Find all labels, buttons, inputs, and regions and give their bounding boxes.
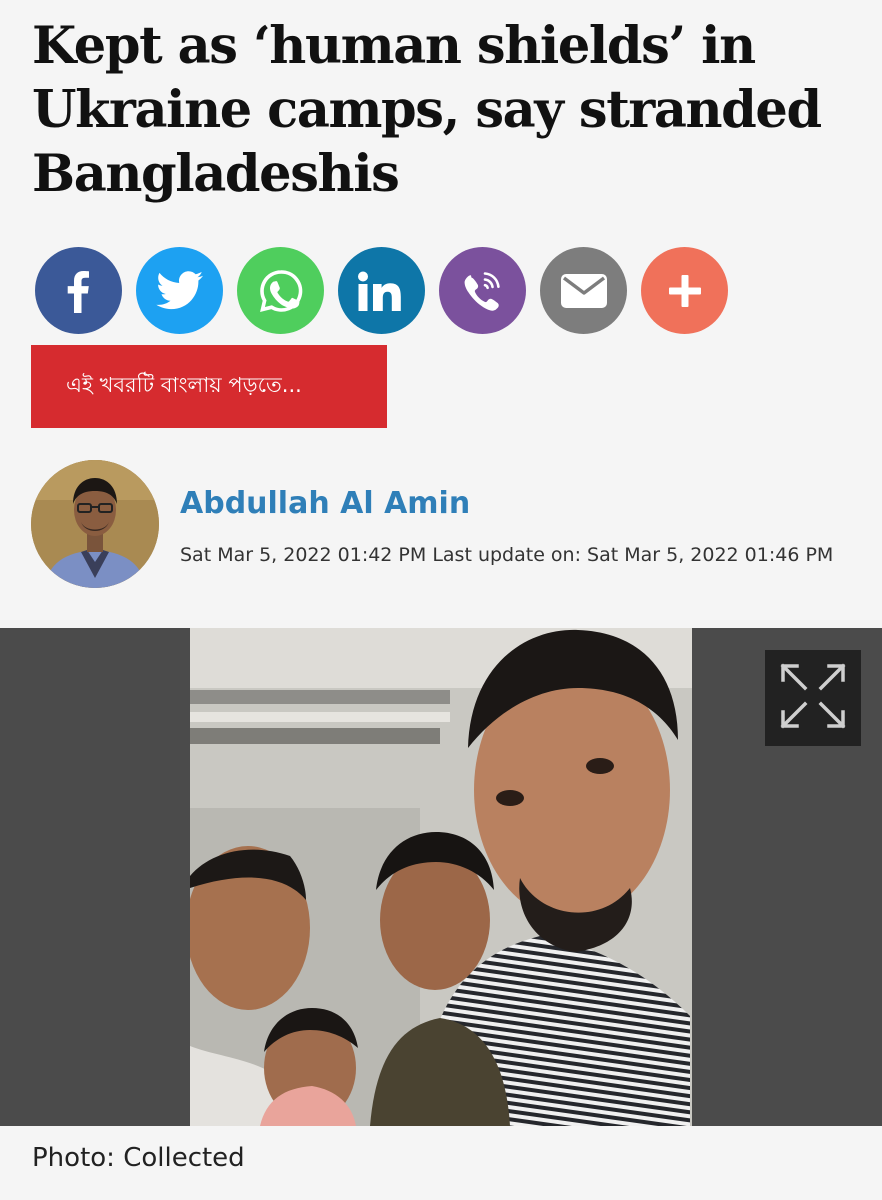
twitter-icon bbox=[155, 270, 204, 311]
headline-line: Bangladeshis bbox=[32, 144, 400, 204]
share-bar bbox=[35, 247, 728, 335]
mail-icon bbox=[560, 273, 607, 308]
expand-photo-button[interactable] bbox=[765, 650, 861, 746]
facebook-icon bbox=[59, 269, 99, 313]
plus-icon bbox=[668, 274, 701, 307]
headline-line: Kept as ‘human shields’ in bbox=[32, 16, 756, 76]
share-linkedin-button[interactable] bbox=[338, 247, 425, 334]
article-dateline: Sat Mar 5, 2022 01:42 PM Last update on:… bbox=[180, 544, 834, 566]
share-whatsapp-button[interactable] bbox=[237, 247, 324, 334]
photo-caption: Photo: Collected bbox=[32, 1143, 245, 1173]
headline-line: Ukraine camps, say stranded bbox=[32, 80, 822, 140]
share-twitter-button[interactable] bbox=[136, 247, 223, 334]
share-facebook-button[interactable] bbox=[35, 247, 122, 334]
author-name-link[interactable]: Abdullah Al Amin bbox=[180, 484, 470, 524]
article-photo[interactable] bbox=[190, 628, 692, 1126]
article-headline: Kept as ‘human shields’ in Ukraine camps,… bbox=[32, 14, 852, 206]
linkedin-icon bbox=[357, 270, 407, 312]
share-email-button[interactable] bbox=[540, 247, 627, 334]
share-viber-button[interactable] bbox=[439, 247, 526, 334]
whatsapp-icon bbox=[258, 268, 304, 314]
viber-icon bbox=[460, 267, 506, 315]
share-more-button[interactable] bbox=[641, 247, 728, 334]
read-in-bangla-button[interactable]: এই খবরটি বাংলায় পড়তে... bbox=[31, 345, 387, 428]
expand-icon bbox=[777, 660, 849, 737]
author-avatar[interactable] bbox=[31, 460, 159, 588]
media-viewer bbox=[0, 628, 882, 1126]
